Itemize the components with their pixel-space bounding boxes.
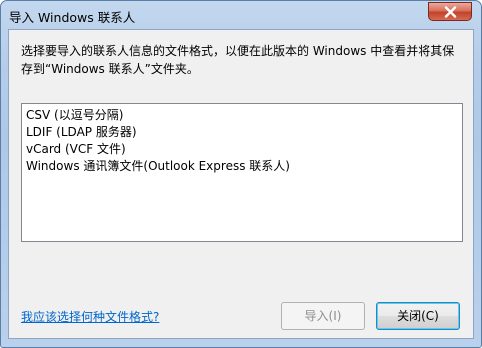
close-icon	[444, 6, 457, 18]
instruction-text: 选择要导入的联系人信息的文件格式，以便在此版本的 Windows 中查看并将其保…	[21, 42, 467, 78]
title-bar[interactable]: 导入 Windows 联系人	[1, 1, 481, 29]
window-title: 导入 Windows 联系人	[9, 10, 136, 25]
import-button[interactable]: 导入(I)	[281, 302, 365, 330]
format-item-csv[interactable]: CSV (以逗号分隔)	[26, 107, 123, 124]
format-item-ldif[interactable]: LDIF (LDAP 服务器)	[26, 124, 137, 141]
format-item-wab[interactable]: Windows 通讯簿文件(Outlook Express 联系人)	[26, 158, 290, 175]
format-item-vcard[interactable]: vCard (VCF 文件)	[26, 141, 126, 158]
import-contacts-dialog: 导入 Windows 联系人 选择要导入的联系人信息的文件格式，以便在此版本的 …	[0, 0, 482, 348]
instruction-line-1: 选择要导入的联系人信息的文件格式，以便在此版本的 Windows 中查看并将其保	[21, 44, 455, 58]
instruction-line-2: 存到“Windows 联系人”文件夹。	[21, 62, 199, 76]
format-help-link[interactable]: 我应该选择何种文件格式?	[21, 308, 159, 325]
close-button[interactable]: 关闭(C)	[376, 302, 460, 330]
window-close-button[interactable]	[428, 2, 472, 21]
dialog-body: 选择要导入的联系人信息的文件格式，以便在此版本的 Windows 中查看并将其保…	[8, 29, 474, 339]
format-list[interactable]: CSV (以逗号分隔) LDIF (LDAP 服务器) vCard (VCF 文…	[21, 103, 463, 242]
